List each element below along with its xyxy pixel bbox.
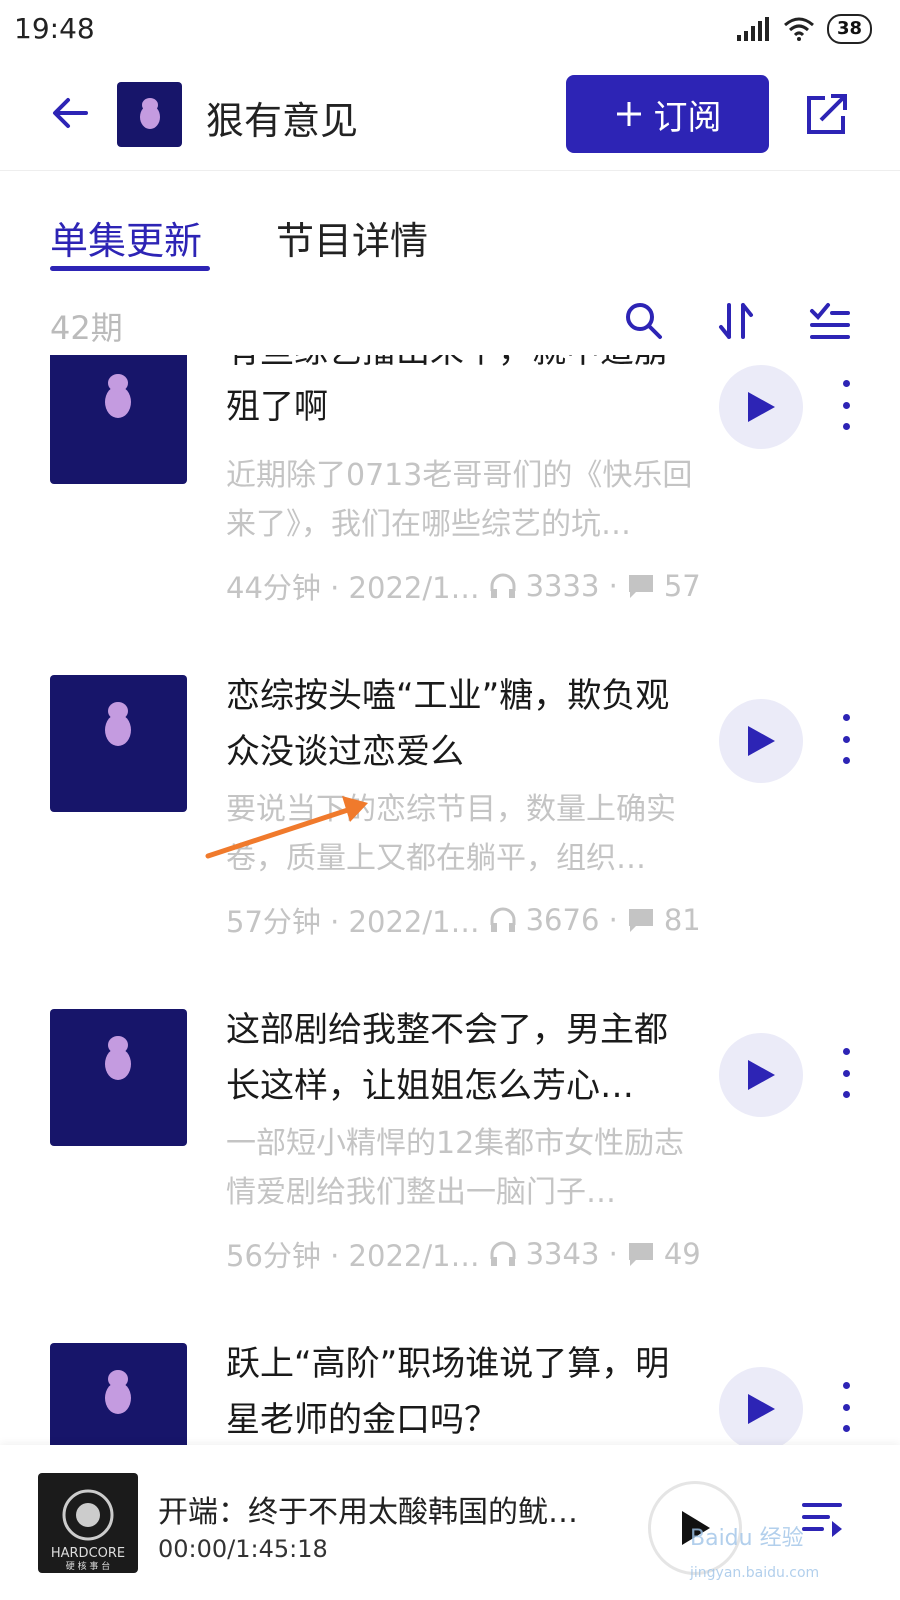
more-options-button[interactable] (836, 714, 856, 764)
more-options-button[interactable] (836, 1382, 856, 1432)
episode-cover (50, 675, 187, 812)
subscribe-label: 订阅 (653, 97, 722, 138)
episode-item[interactable]: 跃上“高阶”职场谁说了算，明星老师的金口吗？ (0, 1337, 900, 1445)
episode-item[interactable]: 有些综艺播出未半，就中道崩殂了啊 近期除了0713老哥哥们的《快乐回来了》，我们… (0, 355, 900, 675)
hippo-logo-icon (105, 1036, 131, 1080)
episode-comments: 57 (663, 569, 701, 603)
play-icon (748, 726, 775, 756)
tab-episodes[interactable]: 单集更新 (50, 210, 202, 265)
subscribe-button[interactable]: 订阅 (566, 75, 769, 153)
headphones-icon (490, 1241, 516, 1266)
episode-count: 42期 (50, 309, 123, 347)
more-options-button[interactable] (836, 1048, 856, 1098)
episode-title: 跃上“高阶”职场谁说了算，明星老师的金口吗？ (226, 1344, 670, 1440)
episode-title: 恋综按头嗑“工业”糖，欺负观众没谈过恋爱么 (226, 676, 670, 772)
episode-plays: 3676 · (525, 903, 618, 937)
episode-meta: 57分钟 · 2022/1… 3676 · 81 (226, 899, 706, 941)
episode-plays: 3333 · (525, 569, 618, 603)
episode-comments: 81 (663, 903, 701, 937)
episode-item[interactable]: 恋综按头嗑“工业”糖，欺负观众没谈过恋爱么 要说当下的恋综节目，数量上确实卷，质… (0, 669, 900, 1009)
hardcore-logo-icon: HARDCORE 硬 核 事 台 (51, 1489, 125, 1572)
podcast-title: 狠有意见 (206, 99, 359, 143)
play-button[interactable] (719, 699, 803, 783)
status-bar: 19:48 38 (0, 0, 900, 60)
comment-icon (628, 909, 653, 932)
watermark: Baidu 经验 (690, 1526, 804, 1551)
episode-toolbar: 42期 (0, 295, 900, 355)
podcast-cover (117, 82, 182, 147)
play-button[interactable] (719, 365, 803, 449)
back-arrow-icon[interactable] (46, 88, 96, 138)
annotation-arrow-icon (205, 796, 368, 859)
hippo-logo-icon (105, 702, 131, 746)
episode-description: 近期除了0713老哥哥们的《快乐回来了》，我们在哪些综艺的坑… (226, 458, 693, 542)
play-icon (748, 1060, 775, 1090)
wifi-icon (783, 17, 814, 41)
share-icon[interactable] (803, 90, 851, 138)
hippo-logo-icon (139, 97, 160, 129)
play-button[interactable] (719, 1367, 803, 1445)
hippo-logo-icon (105, 374, 131, 418)
hippo-logo-icon (105, 1370, 131, 1414)
multi-select-icon[interactable] (808, 299, 852, 343)
search-icon[interactable] (622, 299, 666, 343)
cover-brand-subtext: 硬 核 事 台 (66, 1560, 111, 1572)
play-icon (748, 1394, 775, 1424)
episode-duration-date: 56分钟 · 2022/1… (226, 1239, 480, 1273)
more-options-button[interactable] (836, 380, 856, 430)
cover-brand-text: HARDCORE (51, 1546, 125, 1561)
episode-cover (50, 1343, 187, 1445)
watermark-url: jingyan.baidu.com (690, 1565, 820, 1581)
episode-description: 一部短小精悍的12集都市女性励志情爱剧给我们整出一脑门子… (226, 1126, 685, 1210)
tab-underline (50, 266, 210, 271)
tab-bar: 单集更新 节目详情 (0, 200, 900, 280)
now-playing-time: 00:00/1:45:18 (158, 1535, 328, 1563)
podcast-header: 狠有意见 订阅 (0, 60, 900, 171)
episode-plays: 3343 · (525, 1237, 618, 1271)
signal-icon (736, 17, 769, 41)
comment-icon (628, 575, 653, 598)
episode-cover (50, 355, 187, 484)
episode-meta: 44分钟 · 2022/1… 3333 · 57 (226, 565, 706, 607)
now-playing-cover: HARDCORE 硬 核 事 台 (38, 1473, 138, 1573)
episode-list: 有些综艺播出未半，就中道崩殂了啊 近期除了0713老哥哥们的《快乐回来了》，我们… (0, 355, 900, 1445)
battery-indicator: 38 (826, 14, 872, 44)
headphones-icon (490, 573, 516, 598)
plus-icon (616, 102, 641, 126)
episode-title: 这部剧给我整不会了，男主都长这样，让姐姐怎么芳心… (226, 1010, 668, 1106)
play-button[interactable] (719, 1033, 803, 1117)
playlist-icon[interactable] (800, 1495, 844, 1539)
comment-icon (628, 1243, 653, 1266)
now-playing-title: 开端：终于不用太酸韩国的鱿… (158, 1495, 578, 1530)
episode-meta: 56分钟 · 2022/1… 3343 · 49 (226, 1233, 706, 1275)
play-icon (748, 392, 775, 422)
episode-duration-date: 57分钟 · 2022/1… (226, 905, 480, 939)
episode-title: 有些综艺播出未半，就中道崩殂了啊 (226, 355, 668, 427)
episode-comments: 49 (663, 1237, 701, 1271)
sort-icon[interactable] (715, 299, 759, 343)
episode-item[interactable]: 这部剧给我整不会了，男主都长这样，让姐姐怎么芳心… 一部短小精悍的12集都市女性… (0, 1003, 900, 1343)
status-time: 19:48 (14, 12, 95, 45)
mini-player[interactable]: HARDCORE 硬 核 事 台 开端：终于不用太酸韩国的鱿… 00:00/1:… (0, 1445, 900, 1600)
episode-duration-date: 44分钟 · 2022/1… (226, 571, 480, 605)
headphones-icon (490, 907, 516, 932)
episode-cover (50, 1009, 187, 1146)
tab-details[interactable]: 节目详情 (276, 210, 428, 265)
status-icons: 38 (736, 14, 872, 44)
